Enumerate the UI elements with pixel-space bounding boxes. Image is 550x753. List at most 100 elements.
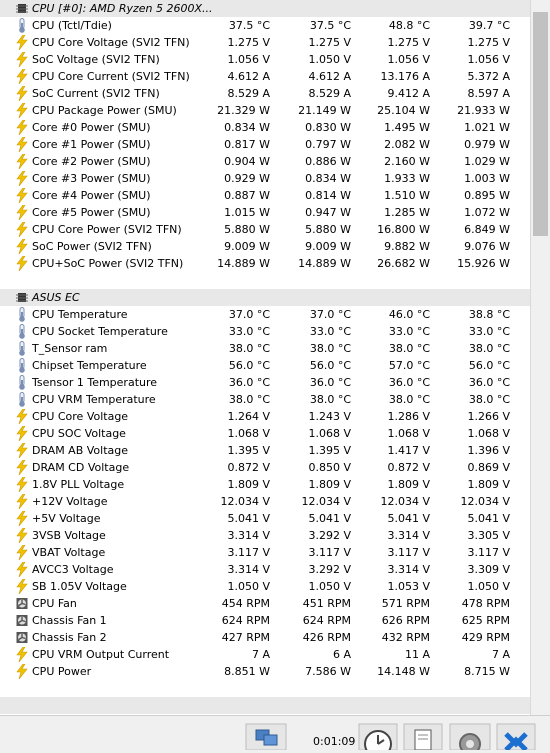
sensor-row[interactable]: VBAT Voltage 3.117 V 3.117 V 3.117 V 3.117 V [0,544,530,561]
sensor-row[interactable]: CPU (Tctl/Tdie) 37.5 °C 37.5 °C 48.8 °C 39.7… [0,17,530,34]
sensor-row[interactable]: Core #1 Power (SMU) 0.817 W 0.797 W 2.082 W… [0,136,530,153]
sensor-label: CPU Package Power (SMU) [32,104,177,117]
sensor-row[interactable]: Core #2 Power (SMU) 0.904 W 0.886 W 2.160 W… [0,153,530,170]
sensor-row[interactable]: CPU Core Voltage 1.264 V 1.243 V 1.286 V 1.2… [0,408,530,425]
thermometer-icon [16,392,28,407]
sensor-current-value: 5.880 W [224,223,270,236]
sensor-current-value: 427 RPM [221,631,270,644]
sensor-row[interactable]: CPU Core Power (SVI2 TFN) 5.880 W 5.880 W 1… [0,221,530,238]
sensor-average-value: 1.050 V [467,580,510,593]
sensor-row[interactable]: CPU VRM Output Current 7 A 6 A 11 A 7 A [0,646,530,663]
sensor-average-value: 1.809 V [467,478,510,491]
sensor-row[interactable]: Core #4 Power (SMU) 0.887 W 0.814 W 1.510 W… [0,187,530,204]
sensor-label: SoC Power (SVI2 TFN) [32,240,152,253]
sensor-row[interactable]: SoC Voltage (SVI2 TFN) 1.056 V 1.050 V 1.05… [0,51,530,68]
sensor-current-value: 37.0 °C [228,308,270,321]
sensor-maximum-value: 432 RPM [381,631,430,644]
sensor-minimum-value: 0.797 W [305,138,351,151]
sensor-row[interactable]: CPU+SoC Power (SVI2 TFN) 14.889 W 14.889 W… [0,255,530,272]
lightning-icon [16,409,28,424]
sensor-current-value: 1.395 V [227,444,270,457]
sensor-row[interactable]: CPU Fan 454 RPM 451 RPM 571 RPM 478 RPM [0,595,530,612]
sensor-row[interactable]: CPU SOC Voltage 1.068 V 1.068 V 1.068 V 1.06… [0,425,530,442]
lightning-icon [16,239,28,254]
sensor-minimum-value: 12.034 V [301,495,351,508]
sensor-maximum-value: 1.068 V [387,427,430,440]
sensor-row[interactable]: Chassis Fan 1 624 RPM 624 RPM 626 RPM 625 RP… [0,612,530,629]
vertical-scrollbar[interactable] [531,0,550,715]
sensor-row[interactable]: DRAM AB Voltage 1.395 V 1.395 V 1.417 V 1.39… [0,442,530,459]
sensor-average-value: 1.029 W [464,155,510,168]
sensor-average-value: 21.933 W [457,104,510,117]
sensor-maximum-value: 48.8 °C [388,19,430,32]
lightning-icon [16,120,28,135]
sensor-maximum-value: 1.495 W [384,121,430,134]
sensor-row[interactable]: CPU Core Current (SVI2 TFN) 4.612 A 4.612 … [0,68,530,85]
sensor-average-value: 429 RPM [461,631,510,644]
sensor-maximum-value: 5.041 V [387,512,430,525]
lightning-icon [16,35,28,50]
sensor-row[interactable]: Tsensor 1 Temperature 36.0 °C 36.0 °C 36.0 … [0,374,530,391]
sensor-row[interactable]: CPU Package Power (SMU) 21.329 W 21.149 W 2… [0,102,530,119]
sensor-average-value: 1.275 V [467,36,510,49]
sensor-maximum-value: 1.933 W [384,172,430,185]
sensor-label: CPU Socket Temperature [32,325,168,338]
scrollbar-thumb[interactable] [533,12,548,236]
sensor-row[interactable]: SB 1.05V Voltage 1.050 V 1.050 V 1.053 V 1.0… [0,578,530,595]
sensor-label: T_Sensor ram [32,342,108,355]
clock-icon[interactable] [358,722,398,753]
close-icon[interactable] [496,722,536,752]
sensor-maximum-value: 3.314 V [387,563,430,576]
sensor-maximum-value: 9.412 A [387,87,430,100]
sensor-row[interactable]: Chipset Temperature 56.0 °C 56.0 °C 57.0 °C… [0,357,530,374]
sensor-group-header[interactable]: CPU [#0]: AMD Ryzen 5 2600X... [0,0,530,17]
sensor-group-name: CPU [#0]: AMD Ryzen 5 2600X... [32,2,213,15]
sensor-row[interactable]: CPU VRM Temperature 38.0 °C 38.0 °C 38.0 °C… [0,391,530,408]
sensor-row[interactable]: Core #3 Power (SMU) 0.929 W 0.834 W 1.933 W… [0,170,530,187]
report-icon[interactable] [403,722,443,751]
sensor-current-value: 8.851 W [224,665,270,678]
thermometer-icon [16,324,28,339]
sensor-row[interactable]: T_Sensor ram 38.0 °C 38.0 °C 38.0 °C 38.0 °C [0,340,530,357]
sensor-label: CPU+SoC Power (SVI2 TFN) [32,257,184,270]
sensor-row[interactable]: 1.8V PLL Voltage 1.809 V 1.809 V 1.809 V 1.8… [0,476,530,493]
sensor-current-value: 1.056 V [227,53,270,66]
fan-icon [16,596,28,611]
sensor-row[interactable]: DRAM CD Voltage 0.872 V 0.850 V 0.872 V 0.86… [0,459,530,476]
sensor-row[interactable]: CPU Temperature 37.0 °C 37.0 °C 46.0 °C 38.8… [0,306,530,323]
sensor-row[interactable]: SoC Power (SVI2 TFN) 9.009 W 9.009 W 9.882 … [0,238,530,255]
sensor-row[interactable]: 3VSB Voltage 3.314 V 3.292 V 3.314 V 3.305 V [0,527,530,544]
settings-icon[interactable] [449,722,491,753]
sensor-minimum-value: 624 RPM [302,614,351,627]
sensor-label: CPU Core Voltage (SVI2 TFN) [32,36,190,49]
lightning-icon [16,188,28,203]
network-icon[interactable] [245,722,287,751]
sensor-row[interactable]: +12V Voltage 12.034 V 12.034 V 12.034 V 12.0… [0,493,530,510]
sensor-label: Chassis Fan 1 [32,614,107,627]
sensor-current-value: 3.117 V [227,546,270,559]
sensor-average-value: 3.309 V [467,563,510,576]
sensor-average-value: 0.869 V [467,461,510,474]
sensor-row[interactable]: SoC Current (SVI2 TFN) 8.529 A 8.529 A 9.41… [0,85,530,102]
sensor-row[interactable]: Chassis Fan 2 427 RPM 426 RPM 432 RPM 429 RP… [0,629,530,646]
sensor-row[interactable]: CPU Core Voltage (SVI2 TFN) 1.275 V 1.275 … [0,34,530,51]
sensor-maximum-value: 33.0 °C [388,325,430,338]
sensor-row[interactable]: +5V Voltage 5.041 V 5.041 V 5.041 V 5.041 V [0,510,530,527]
sensor-average-value: 15.926 W [457,257,510,270]
sensor-row[interactable]: Core #5 Power (SMU) 1.015 W 0.947 W 1.285 W… [0,204,530,221]
sensor-row[interactable]: AVCC3 Voltage 3.314 V 3.292 V 3.314 V 3.309 … [0,561,530,578]
sensor-row[interactable]: Core #0 Power (SMU) 0.834 W 0.830 W 1.495 W… [0,119,530,136]
sensor-current-value: 454 RPM [221,597,270,610]
sensor-current-value: 37.5 °C [228,19,270,32]
sensor-current-value: 38.0 °C [228,342,270,355]
sensor-maximum-value: 1.809 V [387,478,430,491]
sensor-group-header[interactable]: ASUS EC [0,289,530,306]
sensor-minimum-value: 451 RPM [302,597,351,610]
sensor-average-value: 3.305 V [467,529,510,542]
sensor-row[interactable]: CPU Power 8.851 W 7.586 W 14.148 W 8.715 W [0,663,530,680]
sensor-label: CPU VRM Output Current [32,648,170,661]
sensor-average-value: 1.068 V [467,427,510,440]
sensor-row[interactable]: CPU Socket Temperature 33.0 °C 33.0 °C 33.0… [0,323,530,340]
sensor-label: Core #1 Power (SMU) [32,138,151,151]
status-bar: 0:01:09 [0,715,550,753]
